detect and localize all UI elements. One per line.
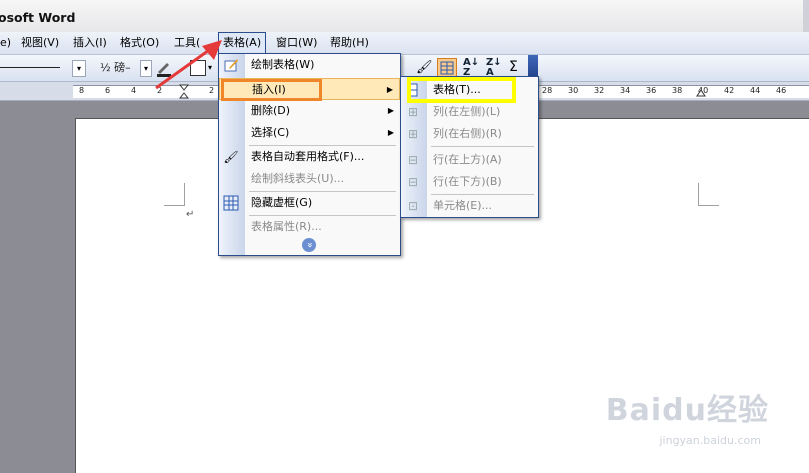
ruler-tick: 46 [776,86,787,95]
submenu-item-row-above[interactable]: ⊟ 行(在上方)(A) [401,149,538,171]
ruler-tick: 36 [646,86,657,95]
sort-descending-icon[interactable]: Z↓ A [486,58,502,78]
insert-row-below-icon: ⊟ [407,175,419,189]
right-indent-marker-icon[interactable] [696,85,706,97]
submenu-arrow-icon: ▶ [387,106,394,115]
ruler-tick: 34 [620,86,631,95]
title-bar: osoft Word [0,0,809,32]
menu-edit[interactable]: e) [0,35,13,51]
line-style-preview [0,67,60,68]
menu-separator [431,146,534,147]
window-edge [803,0,809,32]
menu-item-label: 列(在左侧)(L) [433,105,501,118]
expand-menu-icon[interactable]: » [302,238,316,252]
ruler-tick: 42 [724,86,735,95]
orange-highlight-box [221,79,322,101]
menu-item-delete[interactable]: 删除(D) ▶ [219,100,400,122]
margin-corner-left [164,183,185,206]
menu-item-diagonal-header[interactable]: 绘制斜线表头(U)... [219,168,400,190]
yellow-highlight-box [407,77,516,103]
menu-help[interactable]: 帮助(H) [328,35,371,51]
red-arrow-icon [150,36,230,92]
menu-item-label: 表格属性(R)... [251,220,322,233]
menu-item-label: 绘制斜线表头(U)... [251,172,345,185]
table-grid-icon[interactable] [437,58,457,78]
menu-item-label: 删除(D) [251,104,291,117]
menu-insert[interactable]: 插入(I) [71,35,109,51]
menu-item-autoformat[interactable]: 🖌 表格自动套用格式(F)... [219,146,400,168]
margin-corner-right [698,183,719,206]
insert-row-above-icon: ⊟ [407,153,419,167]
menu-item-label: 单元格(E)... [433,199,493,212]
line-weight-select[interactable]: ½ 磅– [100,59,131,77]
menu-item-label: 表格自动套用格式(F)... [251,150,365,163]
autoformat-icon[interactable]: 🖌 [416,59,434,77]
submenu-item-row-below[interactable]: ⊟ 行(在下方)(B) [401,171,538,193]
submenu-item-cells[interactable]: ⊡ 单元格(E)... [401,195,538,217]
menu-item-label: 行(在上方)(A) [433,153,502,166]
menu-item-label: 列(在右侧)(R) [433,127,502,140]
insert-cells-icon: ⊡ [407,199,419,213]
ruler-tick: 38 [672,86,683,95]
sort-ascending-icon[interactable]: A↓ Z [463,58,479,78]
baidu-watermark: Baidu经验 [605,393,769,428]
menu-item-label: 行(在下方)(B) [433,175,502,188]
insert-column-right-icon: ⊞ [407,127,419,141]
autoformat-icon: 🖌 [223,150,239,164]
menu-item-hide-gridlines[interactable]: 隐藏虚框(G) [219,192,400,214]
submenu-arrow-icon: ▶ [386,85,393,94]
ruler-tick: 32 [594,86,605,95]
autosum-icon[interactable]: Σ [509,58,523,76]
menu-window[interactable]: 窗口(W) [274,35,319,51]
ruler-tick: 30 [568,86,579,95]
paragraph-mark-icon: ↵ [186,209,195,220]
line-style-dropdown[interactable]: ▾ [72,60,86,77]
menu-item-draw-table[interactable]: 绘制表格(W) [219,54,400,76]
insert-column-left-icon: ⊞ [407,105,419,119]
menu-item-label: 绘制表格(W) [251,58,315,71]
menu-item-select[interactable]: 选择(C) ▶ [219,122,400,144]
submenu-arrow-icon: ▶ [387,128,394,137]
menu-view[interactable]: 视图(V) [19,35,61,51]
menu-item-label: 选择(C) [251,126,290,139]
baidu-watermark-url: jingyan.baidu.com [659,434,761,447]
submenu-item-column-left[interactable]: ⊞ 列(在左侧)(L) [401,101,538,123]
ruler-tick: 6 [105,86,111,95]
window-title: osoft Word [0,10,76,25]
ruler-tick: 44 [750,86,761,95]
submenu-item-column-right[interactable]: ⊞ 列(在右侧)(R) [401,123,538,145]
ruler-tick: 8 [79,86,85,95]
ruler-tick: 28 [542,86,553,95]
ruler-tick: 4 [131,86,137,95]
menu-item-table-properties[interactable]: 表格属性(R)... [219,216,400,238]
gridlines-icon [223,195,239,211]
menu-item-label: 隐藏虚框(G) [251,196,313,209]
menu-bar: e) 视图(V) 插入(I) 格式(O) 工具( 表格(A) 窗口(W) 帮助(… [0,32,809,55]
